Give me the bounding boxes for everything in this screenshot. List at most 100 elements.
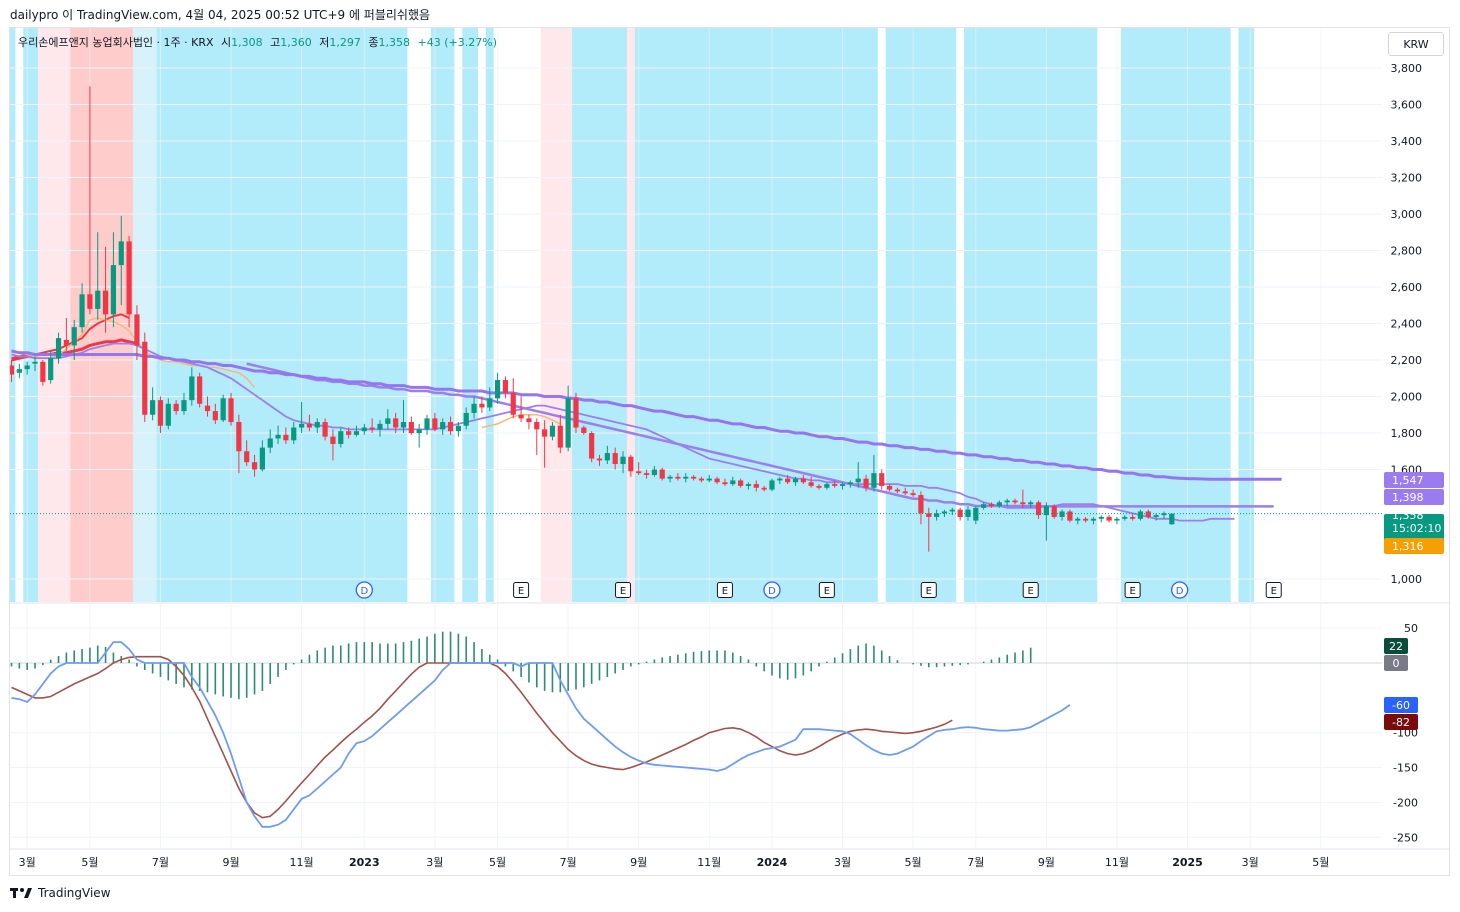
candle-body (777, 478, 783, 481)
candle-body (118, 241, 124, 266)
candle-body (424, 418, 430, 430)
time-tick-label: 9월 (1038, 856, 1055, 869)
macd-badge-label: 22 (1389, 640, 1403, 653)
candle-body (651, 469, 657, 475)
candle-body (589, 433, 595, 459)
candle-body (63, 339, 69, 346)
candle-body (1075, 518, 1081, 521)
earnings-event-label: E (620, 586, 626, 597)
macd-tick-label: -150 (1393, 762, 1418, 775)
candle-body (142, 341, 148, 415)
candle-body (549, 425, 556, 437)
candle-body (369, 427, 375, 430)
symbol-name[interactable]: 우리손에프앤지 농업회사법인 · 1주 · KRX (18, 36, 214, 49)
currency-button[interactable]: KRW (1388, 32, 1444, 56)
candle-body (894, 489, 901, 492)
candle-body (1130, 516, 1136, 519)
candle-body (447, 422, 454, 432)
candle-body (996, 502, 1002, 506)
background-band (462, 28, 478, 602)
price-tick-label: 3,800 (1391, 62, 1423, 75)
background-band (485, 28, 494, 602)
candle-body (471, 403, 477, 413)
candle-body (1114, 518, 1120, 521)
candle-body (573, 398, 579, 428)
candle-body (189, 376, 195, 401)
price-tick-label: 3,600 (1391, 99, 1423, 112)
time-tick-label: 2025 (1172, 856, 1203, 869)
earnings-event-label: E (1271, 586, 1277, 597)
change-value: +43 (+3.27%) (417, 36, 498, 49)
candle-body (71, 327, 77, 346)
candle-body (385, 418, 391, 424)
price-tick-label: 2,200 (1391, 354, 1423, 367)
macd-pane (10, 604, 1382, 848)
candle-body (557, 425, 563, 448)
candle-body (95, 290, 101, 309)
candle-body (1106, 516, 1112, 521)
price-badge-countdown: 15:02:10 (1392, 522, 1441, 535)
time-tick-label: 3월 (1242, 856, 1259, 869)
candle-body (55, 338, 62, 359)
candle-body (683, 476, 689, 479)
candle-body (463, 412, 469, 426)
candle-body (824, 484, 830, 488)
candle-body (126, 241, 132, 315)
candle-body (102, 290, 109, 315)
background-band (1238, 28, 1255, 602)
candle-body (988, 504, 995, 506)
candle-body (918, 495, 924, 514)
footer: TradingView (10, 886, 111, 900)
low-value: 1,297 (329, 36, 361, 49)
candle-body (808, 482, 814, 486)
candle-body (816, 485, 822, 488)
candle-body (1051, 506, 1057, 517)
candle-body (769, 480, 775, 490)
candle-body (863, 478, 869, 488)
candle-body (604, 453, 610, 461)
candle-body (675, 476, 681, 479)
footer-brand: TradingView (38, 886, 111, 900)
candle-body (212, 411, 218, 421)
chart-canvas[interactable]: D E E E D E E E E D E 3,800 3,600 3,400 3,200 3,000 2,80… (0, 0, 1460, 912)
candle-body (722, 482, 728, 485)
candle-body (204, 405, 211, 412)
candle-body (322, 422, 328, 437)
candle-body (393, 418, 399, 428)
candle-body (494, 380, 501, 399)
symbol-legend: 우리손에프앤지 농업회사법인 · 1주 · KRX 시1,308 고1,360 … (18, 34, 497, 50)
price-badge-label: 1,316 (1392, 540, 1424, 553)
candle-body (745, 484, 752, 486)
candle-body (220, 398, 226, 421)
candle-body (643, 473, 650, 475)
price-pane: DEEEDEEEEDE (10, 28, 1382, 602)
candle-body (173, 403, 179, 412)
candle-body (1122, 516, 1128, 519)
time-tick-label: 7월 (560, 856, 577, 869)
candle-body (416, 429, 422, 433)
candle-body (581, 427, 587, 433)
candle-body (377, 423, 383, 430)
candle-body (596, 458, 603, 461)
candle-body (330, 436, 336, 444)
macd-signal-line (11, 655, 953, 819)
earnings-event-label: E (1028, 586, 1034, 597)
candle-body (306, 423, 313, 428)
candle-body (314, 422, 320, 428)
price-tick-label: 1,000 (1391, 573, 1423, 586)
time-tick-label: 7월 (967, 856, 984, 869)
candle-body (941, 511, 948, 514)
earnings-event-label: E (518, 586, 524, 597)
candle-body (738, 480, 744, 486)
candle-body (400, 422, 407, 428)
candle-body (267, 438, 273, 448)
candle-body (659, 469, 665, 479)
candle-body (730, 480, 736, 485)
price-tick-label: 1,800 (1391, 427, 1423, 440)
candle-body (16, 369, 22, 373)
candle-body (432, 418, 438, 430)
earnings-event-label: E (926, 586, 932, 597)
close-label: 종 (368, 36, 379, 49)
candle-body (197, 376, 203, 404)
candle-body (792, 478, 799, 483)
